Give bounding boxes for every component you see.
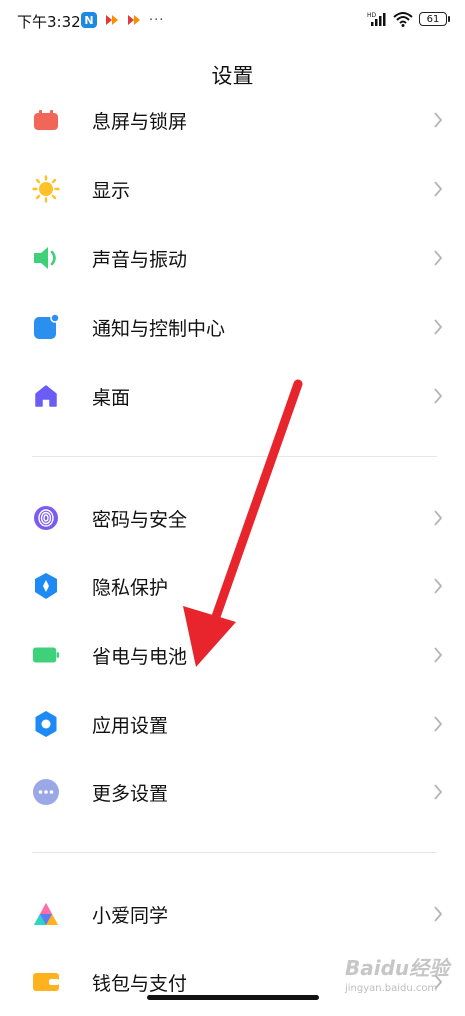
app-notification-icon: N (81, 12, 97, 28)
signal-icon: HD (367, 12, 386, 26)
settings-item-password-security[interactable]: 密码与安全 (0, 484, 465, 552)
settings-item-sound[interactable]: 声音与振动 (0, 224, 465, 292)
settings-item-lock-screen[interactable]: 息屏与锁屏 (0, 86, 465, 154)
baidu-watermark: Baidu经验 jingyan.baidu.com (345, 952, 455, 1008)
section-divider (32, 852, 437, 853)
privacy-shield-icon (32, 572, 60, 600)
settings-item-xiaoai[interactable]: 小爱同学 (0, 880, 465, 948)
settings-item-label: 通知与控制中心 (92, 317, 226, 340)
status-bar: 下午3:32 N ··· HD 61 (0, 0, 465, 44)
navigation-handle[interactable] (147, 995, 319, 1000)
chevron-right-icon (434, 647, 443, 663)
settings-item-label: 密码与安全 (92, 508, 188, 531)
xiaoai-icon (32, 900, 60, 928)
settings-item-more-settings[interactable]: 更多设置 (0, 758, 465, 826)
hd-label: HD (367, 12, 377, 19)
settings-item-app-settings[interactable]: 应用设置 (0, 690, 465, 758)
battery-indicator: 61 (419, 12, 450, 26)
notification-icon (32, 313, 60, 341)
chevron-right-icon (434, 716, 443, 732)
watermark-sub: jingyan.baidu.com (345, 983, 438, 994)
notification-flag-icon (128, 15, 140, 25)
more-notifications-indicator: ··· (149, 12, 165, 28)
settings-item-label: 隐私保护 (92, 576, 169, 599)
settings-item-label: 更多设置 (92, 782, 169, 805)
more-icon (32, 778, 60, 806)
chevron-right-icon (434, 906, 443, 922)
home-icon (32, 382, 60, 410)
settings-item-label: 小爱同学 (92, 904, 169, 927)
status-time: 下午3:32 (17, 13, 81, 31)
wallet-icon (32, 968, 60, 996)
settings-item-label: 钱包与支付 (92, 972, 188, 995)
wifi-icon (393, 12, 413, 27)
watermark-main: Baidu经验 (345, 956, 450, 980)
settings-item-label: 省电与电池 (92, 645, 188, 668)
sun-icon (32, 175, 60, 203)
settings-item-desktop[interactable]: 桌面 (0, 362, 465, 430)
gear-icon (32, 710, 60, 738)
chevron-right-icon (434, 578, 443, 594)
chevron-right-icon (434, 388, 443, 404)
settings-item-privacy[interactable]: 隐私保护 (0, 552, 465, 620)
fingerprint-icon (32, 504, 60, 532)
chevron-right-icon (434, 112, 443, 128)
chevron-right-icon (434, 784, 443, 800)
settings-item-label: 息屏与锁屏 (92, 110, 188, 133)
section-divider (32, 456, 437, 457)
settings-item-battery[interactable]: 省电与电池 (0, 621, 465, 689)
settings-item-label: 显示 (92, 179, 131, 202)
status-icons-left: N ··· (81, 12, 164, 28)
chevron-right-icon (434, 181, 443, 197)
lock-screen-icon (32, 106, 60, 134)
chevron-right-icon (434, 319, 443, 335)
battery-icon (32, 641, 60, 669)
chevron-right-icon (434, 510, 443, 526)
settings-item-notification[interactable]: 通知与控制中心 (0, 293, 465, 361)
settings-item-label: 桌面 (92, 386, 131, 409)
settings-item-display[interactable]: 显示 (0, 155, 465, 223)
speaker-icon (32, 244, 60, 272)
status-icons-right: HD 61 (367, 11, 450, 27)
chevron-right-icon (434, 250, 443, 266)
settings-item-label: 应用设置 (92, 714, 169, 737)
notification-flag-icon (106, 15, 118, 25)
settings-item-label: 声音与振动 (92, 248, 188, 271)
